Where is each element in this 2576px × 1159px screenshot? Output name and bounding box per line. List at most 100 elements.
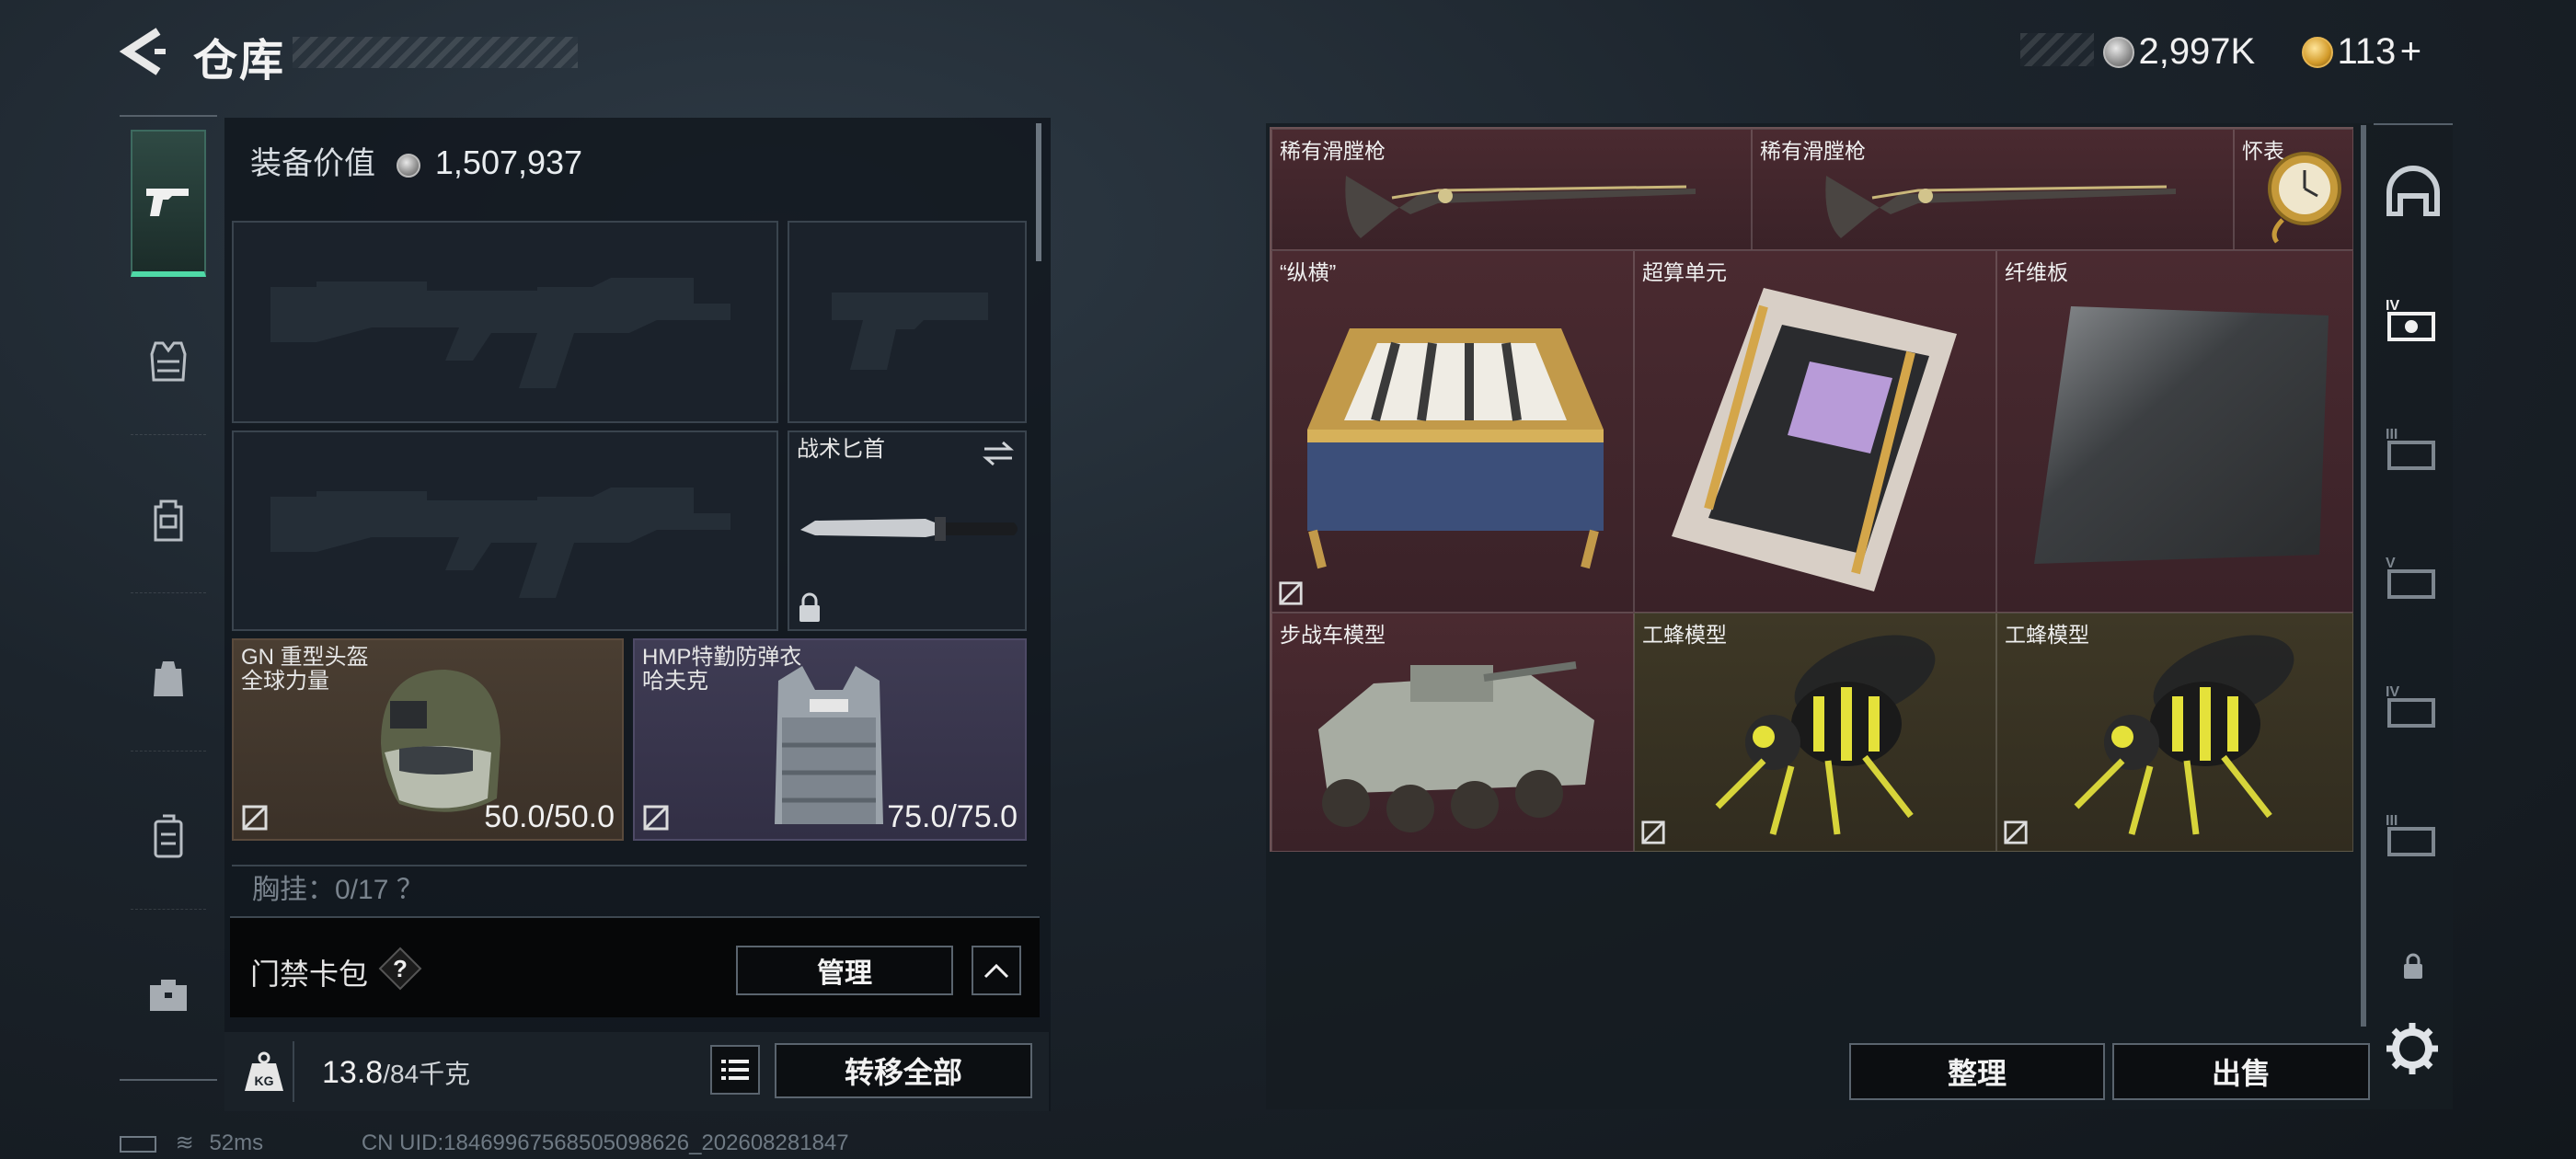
armor-slot[interactable]: HMP特勤防弹衣 哈夫克 75.0/75.0	[633, 638, 1027, 841]
svg-text:III: III	[2386, 813, 2398, 829]
tab-weapons[interactable]	[131, 130, 206, 277]
equipment-value-amount: 1,507,937	[434, 143, 583, 181]
weight-current: 13.8	[322, 1055, 384, 1090]
help-icon[interactable]: ?	[377, 946, 423, 992]
list-icon	[721, 1060, 749, 1080]
helmet-name-line1: GN 重型头盔	[241, 645, 369, 670]
case-icon	[154, 814, 183, 857]
case-tier-v-icon: V	[2386, 556, 2435, 599]
stash-item[interactable]: 稀有滑膛枪	[1271, 129, 1752, 250]
add-gold-button[interactable]: +	[2400, 31, 2421, 72]
weight-max: /84千克	[383, 1060, 471, 1088]
pistol-slot[interactable]	[788, 221, 1027, 423]
primary-weapon-slot[interactable]	[232, 221, 778, 423]
status-bar: ≋ 52ms CN UID:18469967568505098626_20260…	[120, 1130, 849, 1156]
stash-item[interactable]: 工蜂模型	[1634, 613, 1996, 852]
stash-item[interactable]: 怀表	[2234, 129, 2353, 250]
fiber-board-icon	[2034, 306, 2329, 564]
item-name: “纵横”	[1280, 260, 1337, 284]
stash-tab-iii-2[interactable]: III	[2381, 802, 2445, 866]
compute-unit-icon	[1672, 288, 1957, 591]
stash-tab-iv[interactable]: IV	[2381, 287, 2445, 351]
stash-tab-iv-2[interactable]: IV	[2381, 673, 2445, 738]
sell-button[interactable]: 出售	[2112, 1043, 2370, 1100]
silver-amount: 2,997K	[2138, 31, 2256, 72]
helmet-durability: 50.0/50.0	[484, 799, 615, 834]
tab-bag[interactable]	[131, 604, 206, 752]
helmet-slot[interactable]: GN 重型头盔 全球力量 50.0/50.0	[232, 638, 624, 841]
gold-currency[interactable]: 113 +	[2302, 31, 2421, 73]
uid: CN UID:18469967568505098626_202608281847	[361, 1130, 849, 1155]
silver-coin-icon	[2103, 36, 2134, 68]
body-armor-icon	[775, 666, 883, 824]
chevron-up-icon	[983, 963, 1009, 979]
svg-text:V: V	[2386, 556, 2396, 571]
currency-hatch	[2020, 33, 2094, 66]
swap-icon[interactable]	[981, 440, 1016, 467]
title-decoration	[293, 37, 578, 68]
pistol-silhouette-icon	[832, 293, 988, 370]
ping: 52ms	[209, 1130, 264, 1155]
wifi-icon: ≋	[175, 1130, 194, 1155]
toolbox-icon	[150, 980, 187, 1011]
backpack-icon	[154, 499, 183, 541]
help-mark: ?	[393, 955, 408, 982]
sort-button[interactable]: 整理	[1849, 1043, 2105, 1100]
stash-tab-v[interactable]: V	[2381, 545, 2445, 609]
silver-currency[interactable]: 2,997K	[2103, 31, 2255, 73]
back-arrow-icon	[119, 28, 166, 75]
pistol-icon	[146, 189, 189, 216]
house-icon	[2386, 166, 2440, 216]
item-name: 纤维板	[2005, 260, 2068, 284]
no-insurance-icon	[643, 805, 669, 831]
wasp-model-icon	[1715, 635, 1936, 835]
vest-icon	[150, 341, 187, 381]
collapse-button[interactable]	[972, 946, 1021, 995]
chest-rig-slot[interactable]: 胸挂：0/17 ？	[232, 865, 1027, 901]
currency-bar: 2,997K 113 +	[2020, 28, 2471, 72]
settings-button[interactable]	[2383, 1019, 2442, 1078]
gear-icon	[2386, 1023, 2438, 1074]
back-button[interactable]	[118, 26, 166, 77]
melee-name: 战术匕首	[797, 437, 885, 462]
musket-icon	[1825, 176, 2176, 238]
stash-item[interactable]: 步战车模型	[1271, 613, 1634, 852]
stash-item[interactable]: 超算单元	[1634, 250, 1996, 613]
secondary-weapon-slot[interactable]	[232, 430, 778, 631]
stash-item[interactable]: 工蜂模型	[1996, 613, 2353, 852]
rifle-silhouette-icon	[270, 488, 730, 598]
left-scrollbar[interactable]	[1036, 123, 1041, 261]
no-insurance-icon	[2004, 820, 2028, 844]
item-name: 步战车模型	[1280, 623, 1386, 647]
silver-coin-icon	[397, 154, 421, 178]
tab-case[interactable]	[131, 763, 206, 910]
case-tier-iv-icon: IV	[2386, 298, 2435, 341]
tab-toolbox[interactable]	[131, 921, 206, 1068]
transfer-all-button[interactable]: 转移全部	[775, 1043, 1032, 1098]
stash-scrollbar[interactable]	[2361, 125, 2366, 1027]
weight-readout: 13.8/84千克	[322, 1054, 470, 1091]
stash-tab-iii[interactable]: III	[2381, 416, 2445, 480]
left-category-tabs	[120, 115, 217, 1081]
stash-item[interactable]: 纤维板	[1996, 250, 2353, 613]
tab-backpack[interactable]	[131, 446, 206, 593]
helmet-brand: 全球力量	[241, 669, 329, 694]
bag-icon	[154, 660, 183, 696]
rifle-silhouette-icon	[270, 278, 730, 388]
tab-armor[interactable]	[131, 288, 206, 435]
wasp-model-icon	[2074, 635, 2294, 835]
melee-slot[interactable]: 战术匕首	[788, 430, 1027, 631]
stash-item[interactable]: “纵横”	[1271, 250, 1634, 613]
no-insurance-icon	[242, 805, 268, 831]
lock-icon	[2404, 953, 2422, 979]
equipment-value: 装备价值 1,507,937	[250, 138, 582, 183]
knife-icon	[800, 517, 1018, 541]
stash-tab-home[interactable]	[2381, 158, 2445, 223]
stash-item[interactable]: 稀有滑膛枪	[1752, 129, 2234, 250]
chess-set-icon	[1307, 328, 1604, 569]
lock-icon	[799, 592, 820, 622]
manage-button[interactable]: 管理	[736, 946, 953, 995]
list-view-button[interactable]	[710, 1045, 760, 1095]
stash-tab-locked[interactable]	[2381, 935, 2445, 999]
case-tier-iii-icon: III	[2386, 427, 2435, 470]
